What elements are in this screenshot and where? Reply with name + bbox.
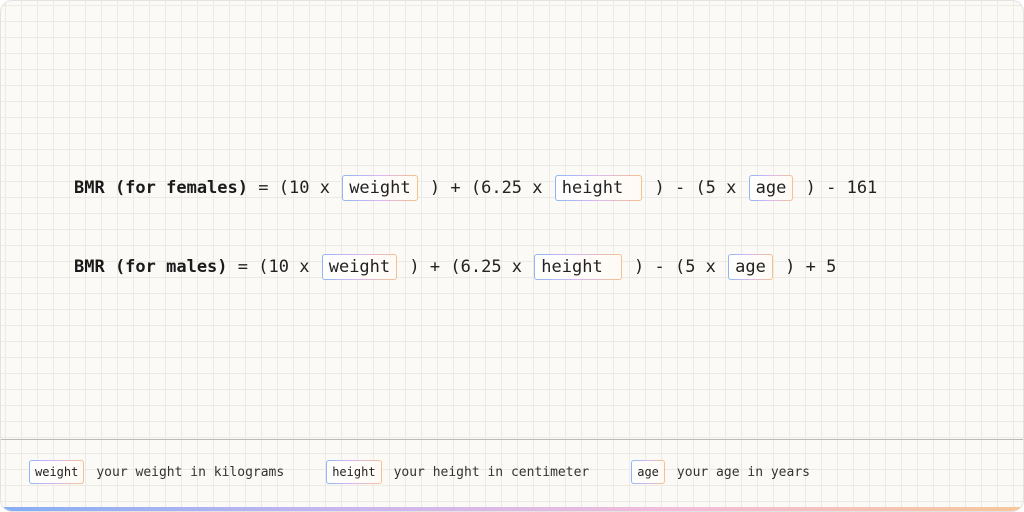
- legend-description: your age in years: [676, 464, 810, 480]
- height-variable-box: height: [534, 254, 621, 280]
- weight-variable-box: weight: [322, 254, 397, 280]
- legend-item-age: age your age in years: [631, 460, 810, 484]
- close-paren: ): [785, 257, 796, 277]
- formula-label: BMR (for females): [74, 178, 248, 198]
- legend-item-weight: weight your weight in kilograms: [29, 460, 284, 484]
- legend-item-height: height your height in centimeter: [326, 460, 589, 484]
- formula-card: BMR (for females) = (10 x weight ) + (6.…: [0, 0, 1024, 512]
- equals-sign: =: [258, 178, 269, 198]
- age-coefficient: (5 x: [695, 178, 737, 198]
- formula-constant: + 5: [805, 257, 837, 277]
- female-bmr-formula: BMR (for females) = (10 x weight ) + (6.…: [74, 173, 877, 203]
- height-coefficient: (6.25 x: [450, 257, 523, 277]
- plus-sign: +: [429, 257, 441, 277]
- close-paren: ): [409, 257, 420, 277]
- age-coefficient: (5 x: [674, 257, 716, 277]
- close-paren: ): [633, 257, 645, 277]
- age-variable-box: age: [728, 254, 773, 280]
- legend-divider: [1, 439, 1023, 440]
- male-bmr-formula: BMR (for males) = (10 x weight ) + (6.25…: [74, 252, 836, 282]
- weight-variable-box: weight: [342, 175, 417, 201]
- formula-constant: - 161: [826, 178, 878, 198]
- legend-term-box: height: [326, 460, 381, 484]
- legend: weight your weight in kilograms height y…: [29, 460, 810, 484]
- minus-sign: -: [654, 257, 665, 277]
- equals-sign: =: [237, 257, 249, 277]
- legend-description: your height in centimeter: [393, 464, 590, 480]
- height-variable-box: height: [555, 175, 642, 201]
- legend-term-box: age: [631, 460, 665, 484]
- close-paren: ): [654, 178, 665, 198]
- gradient-accent-bar: [1, 507, 1023, 511]
- weight-coefficient: (10 x: [278, 178, 330, 198]
- minus-sign: -: [674, 178, 686, 198]
- formula-label: BMR (for males): [74, 257, 228, 277]
- weight-coefficient: (10 x: [258, 257, 310, 277]
- close-paren: ): [805, 178, 816, 198]
- height-coefficient: (6.25 x: [470, 178, 543, 198]
- plus-sign: +: [450, 178, 461, 198]
- age-variable-box: age: [749, 175, 794, 201]
- legend-description: your weight in kilograms: [96, 464, 285, 480]
- close-paren: ): [429, 178, 441, 198]
- legend-term-box: weight: [29, 460, 84, 484]
